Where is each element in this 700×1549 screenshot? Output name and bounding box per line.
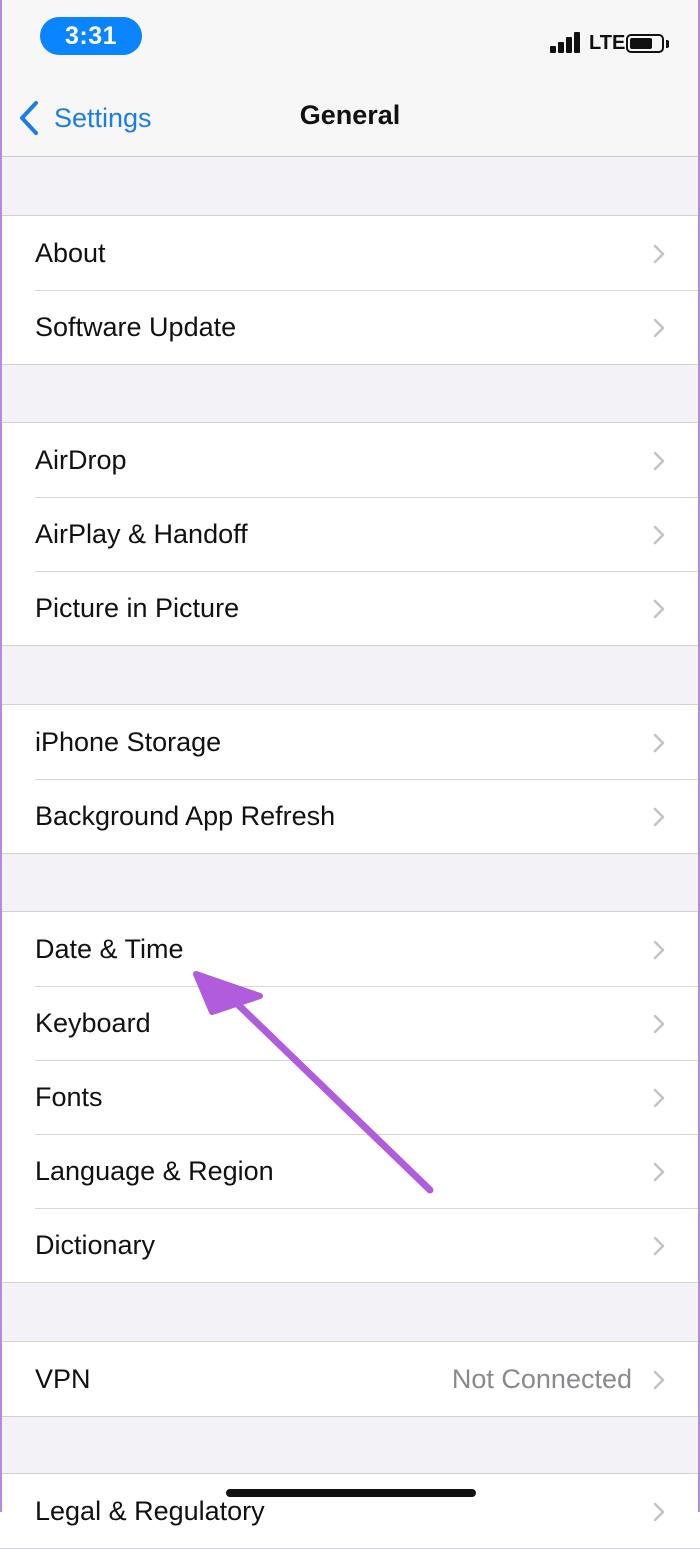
settings-row-label: About — [35, 238, 106, 268]
chevron-right-icon — [653, 1014, 665, 1034]
chevron-right-icon — [653, 318, 665, 338]
settings-row-language-and-region[interactable]: Language & Region — [0, 1134, 700, 1208]
settings-group: VPN Not Connected — [0, 1341, 700, 1417]
battery-icon — [626, 34, 664, 53]
battery-cap — [666, 40, 669, 48]
status-time: 3:31 — [40, 17, 142, 55]
settings-row-label: Legal & Regulatory — [35, 1496, 265, 1526]
settings-group: iPhone Storage Background App Refresh — [0, 704, 700, 854]
settings-row-label: Fonts — [35, 1082, 103, 1112]
settings-group: AirDrop AirPlay & Handoff Picture in Pictu… — [0, 422, 700, 646]
settings-row-vpn[interactable]: VPN Not Connected — [0, 1342, 700, 1416]
chevron-right-icon — [653, 451, 665, 471]
settings-row-label: Dictionary — [35, 1230, 156, 1260]
settings-row-value: Not Connected — [451, 1364, 632, 1394]
settings-row-date-and-time[interactable]: Date & Time — [0, 912, 700, 986]
chevron-right-icon — [653, 1162, 665, 1182]
settings-row-label: Date & Time — [35, 934, 184, 964]
settings-row-fonts[interactable]: Fonts — [0, 1060, 700, 1134]
settings-row-label: iPhone Storage — [35, 727, 222, 757]
settings-row-airdrop[interactable]: AirDrop — [0, 423, 700, 497]
settings-row-dictionary[interactable]: Dictionary — [0, 1208, 700, 1282]
settings-row-iphone-storage[interactable]: iPhone Storage — [0, 705, 700, 779]
chevron-right-icon — [653, 1088, 665, 1108]
chevron-right-icon — [653, 1236, 665, 1256]
settings-row-label: Software Update — [35, 312, 237, 342]
settings-row-about[interactable]: About — [0, 216, 700, 290]
chevron-right-icon — [653, 1502, 665, 1522]
settings-row-background-app-refresh[interactable]: Background App Refresh — [0, 779, 700, 853]
settings-row-label: Language & Region — [35, 1156, 274, 1186]
settings-group: Date & Time Keyboard Fonts Language & Regio… — [0, 911, 700, 1283]
settings-row-airplay-and-handoff[interactable]: AirPlay & Handoff — [0, 497, 700, 571]
home-indicator — [226, 1489, 476, 1497]
settings-row-keyboard[interactable]: Keyboard — [0, 986, 700, 1060]
chevron-right-icon — [653, 940, 665, 960]
settings-row-label: AirPlay & Handoff — [35, 519, 248, 549]
settings-row-label: VPN — [35, 1364, 91, 1394]
navigation-bar: Settings General — [0, 76, 700, 157]
settings-row-legal-and-regulatory[interactable]: Legal & Regulatory — [0, 1474, 700, 1548]
settings-row-picture-in-picture[interactable]: Picture in Picture — [0, 571, 700, 645]
network-label: LTE — [589, 32, 626, 54]
settings-row-label: Background App Refresh — [35, 801, 336, 831]
chevron-right-icon — [653, 525, 665, 545]
settings-row-label: Picture in Picture — [35, 593, 240, 623]
signal-bars-icon — [550, 31, 582, 53]
chevron-right-icon — [653, 599, 665, 619]
chevron-right-icon — [653, 1370, 665, 1390]
settings-group: About Software Update — [0, 215, 700, 365]
chevron-right-icon — [653, 807, 665, 827]
status-bar: 3:31 LTE — [0, 0, 700, 76]
settings-row-label: Keyboard — [35, 1008, 151, 1038]
chevron-right-icon — [653, 733, 665, 753]
chevron-right-icon — [653, 244, 665, 264]
settings-group: Legal & Regulatory — [0, 1473, 700, 1549]
page-title: General — [299, 100, 401, 130]
settings-row-software-update[interactable]: Software Update — [0, 290, 700, 364]
settings-row-label: AirDrop — [35, 445, 127, 475]
